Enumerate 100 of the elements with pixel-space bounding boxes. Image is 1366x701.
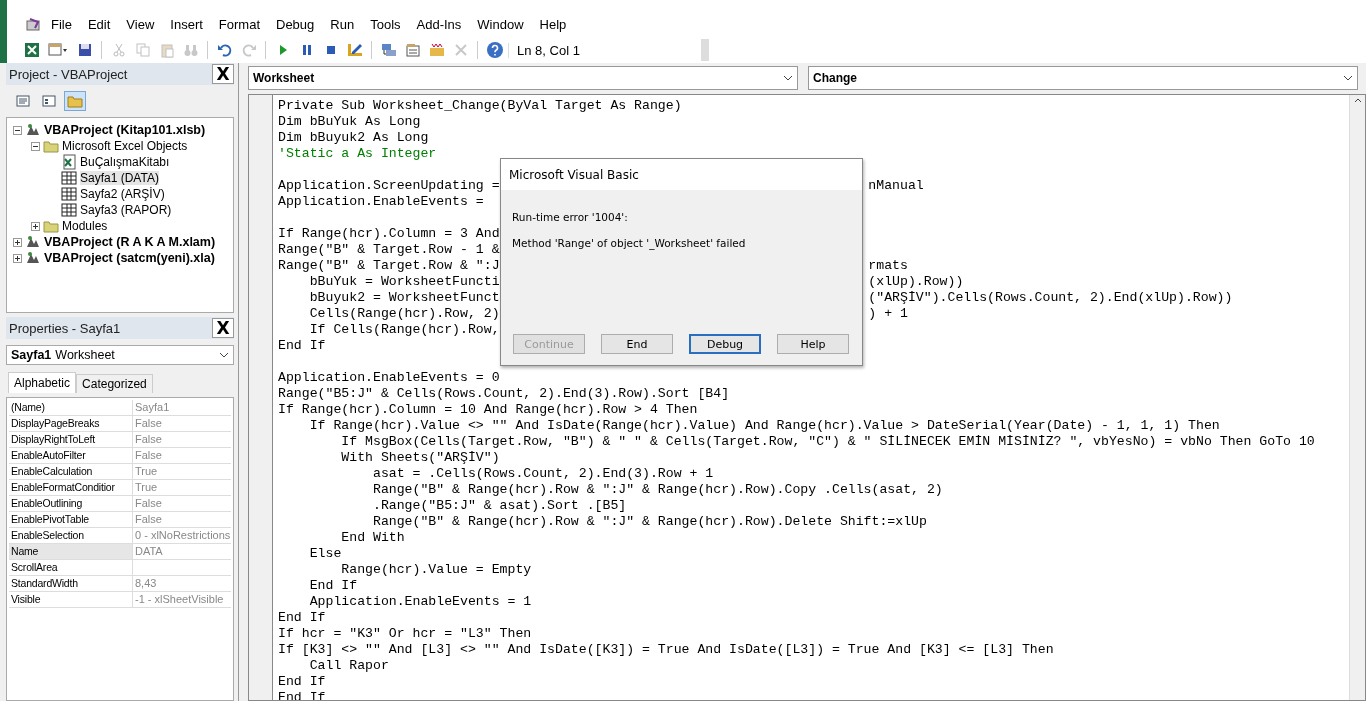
menu-item[interactable]: Help [531,17,575,32]
tree-item[interactable]: Modules [62,219,108,233]
property-value[interactable]: DATA [133,544,231,559]
error-detail: Method 'Range' of object '_Worksheet' failed [511,236,747,249]
code-line: ) + 1 [868,306,908,322]
code-line: asat = .Cells(Rows.Count, 2).End(3).Row + 1 [371,466,714,482]
tree-item[interactable]: VBAProject (R A K A M.xlam) [44,235,216,249]
tree-item[interactable]: VBAProject (satcm(yeni).xla) [44,251,215,265]
dialog-button[interactable]: End [601,334,673,354]
collapse-icon[interactable] [31,141,40,151]
dialog-button[interactable]: Help [777,334,849,354]
code-line: If Cells(Range(hcr).Row, [308,322,500,338]
collapse-icon[interactable] [13,125,22,135]
property-name[interactable]: StandardWidth [9,576,133,591]
property-value[interactable]: False [133,432,231,447]
tree-item[interactable]: VBAProject (Kitap101.xlsb) [44,123,206,137]
close-button[interactable]: X [212,318,234,338]
code-line: Range("B" & Range(hcr).Row & ":J" & Range(hcr).Row).Delete Shift:=xlUp [371,514,927,530]
expand-icon[interactable] [13,237,22,247]
code-line: Range(hcr).Value = Empty [340,562,532,578]
ruler-pencil-icon [346,42,363,58]
menu-item[interactable]: Insert [162,17,211,32]
tree-item[interactable]: Sayfa3 (RAPOR) [80,203,172,217]
code-line: End If [278,674,326,690]
property-name[interactable]: Visible [9,592,133,607]
menu-item[interactable]: Edit [79,17,119,32]
code-line: If Range(hcr).Column = 3 And [278,226,500,242]
property-name[interactable]: EnableAutoFilter [9,448,133,463]
property-name[interactable]: EnableFormatConditior [9,480,133,495]
code-line: .Range("B5:J" & asat).Sort .[B5] [371,498,627,514]
object-browser-icon [428,42,445,58]
vba-app-icon[interactable] [25,16,43,33]
tab[interactable]: Categorized [76,374,153,393]
property-value[interactable]: Sayfa1 [133,400,231,415]
property-value[interactable]: True [133,480,231,495]
property-value[interactable]: False [133,448,231,463]
code-line: Range("B" & Target.Row - 1 & [278,242,500,258]
property-name[interactable]: DisplayPageBreaks [9,416,133,431]
code-line: Application.ScreenUpdating = [278,178,500,194]
property-name[interactable]: (Name) [9,400,133,415]
menu-item[interactable]: Window [469,17,532,32]
code-line: End If [278,338,326,354]
property-name[interactable]: EnableSelection [9,528,133,543]
menu-item[interactable]: Debug [268,17,323,32]
menu-item[interactable]: View [118,17,163,32]
menu-item[interactable]: File [43,17,80,32]
procedure-dropdown[interactable]: Change [808,66,1358,90]
project-icon [25,122,41,138]
code-line: With Sheets("ARŞİV") [340,450,500,466]
property-name[interactable]: Name [9,544,133,559]
scrollbar[interactable] [1349,95,1365,700]
expand-icon[interactable] [13,253,22,263]
dialog-button[interactable]: Debug [689,334,761,354]
property-value[interactable]: False [133,496,231,511]
toolbar-button[interactable] [484,39,505,61]
code-line: Private Sub Worksheet_Change(ByVal Target As Range) [278,98,682,114]
pane-title: Project - VBAProject [9,66,128,82]
menu-item[interactable]: Format [210,17,268,32]
help-icon [485,41,504,59]
code-line: (xlUp).Row)) [868,274,964,290]
menu-item[interactable]: Add-Ins [408,17,470,32]
property-value[interactable]: True [133,464,231,479]
code-comment: 'Static a As Integer [278,146,437,162]
code-line: Application.EnableEvents = 1 [308,594,532,610]
project-explorer-icon [380,42,397,58]
clipboard-icon [158,42,175,58]
worksheet-icon [61,186,77,202]
form-icon [48,42,68,58]
code-line: End With [340,530,405,546]
property-name[interactable]: DisplayRightToLeft [9,432,133,447]
object-name: Sayfa1 [11,348,52,362]
close-button[interactable]: X [212,64,234,84]
code-line: Else [308,546,342,562]
property-value[interactable]: False [133,416,231,431]
object-dropdown[interactable]: Worksheet [248,66,798,90]
property-value[interactable]: -1 - xlSheetVisible [133,592,231,607]
property-name[interactable]: EnablePivotTable [9,512,133,527]
code-line: If MsgBox(Cells(Target.Row, "B") & " " & Cells(Target.Row, "C") & " SİLİNECEK EMİN MİSİNİZ? ", vbYesNo) = vbNo Then GoTo 10 [340,434,1315,450]
toolbar-grip[interactable] [701,39,709,61]
property-value[interactable]: 0 - xlNoRestrictions [133,528,231,543]
property-value[interactable]: False [133,512,231,527]
menu-item[interactable]: Run [322,17,363,32]
property-name[interactable]: EnableCalculation [9,464,133,479]
tree-item[interactable]: Sayfa2 (ARŞİV) [80,187,165,201]
caret-icon [219,352,229,358]
redo-icon [240,42,257,58]
property-name[interactable]: EnableOutlining [9,496,133,511]
menu-item[interactable]: Tools [362,17,409,32]
expand-icon[interactable] [31,221,40,231]
tree-item[interactable]: Sayfa1 (DATA) [80,171,159,185]
code-line: ("ARŞİV").Cells(Rows.Count, 2).End(xlUp).Row)) [868,290,1233,306]
tree-item[interactable]: Microsoft Excel Objects [62,139,188,153]
property-value[interactable]: 8,43 [133,576,231,591]
property-name[interactable]: ScrollArea [9,560,133,575]
dialog-title: Microsoft Visual Basic [501,159,862,190]
object-select[interactable]: Sayfa1 Worksheet [6,345,234,365]
tab[interactable]: Alphabetic [8,372,77,393]
tree-item[interactable]: BuÇalışmaKitabı [80,155,170,169]
code-line: If Range(hcr).Value <> "" And IsDate(Range(hcr).Value) And Range(hcr).Value > DateSerial(Year(Date) - 1, 1, 1) Then [308,418,1220,434]
code-line: Cells(Range(hcr).Row, 2) [308,306,500,322]
